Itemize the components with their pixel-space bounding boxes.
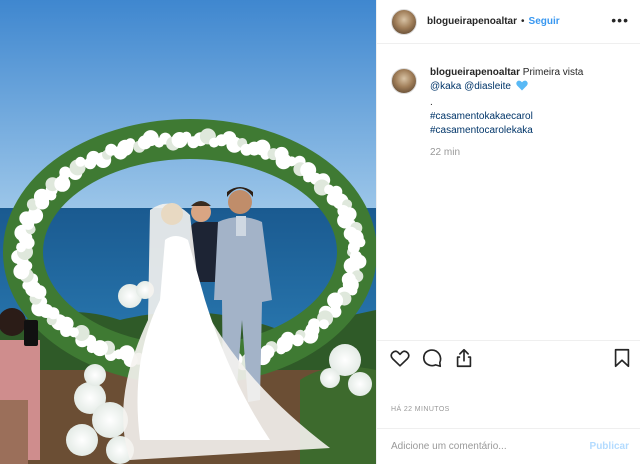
caption: blogueirapenoaltar Primeira vista @kaka … (391, 66, 627, 160)
comment-button[interactable] (421, 347, 443, 369)
avatar[interactable] (391, 8, 417, 35)
header-separator: • (521, 16, 525, 27)
caption-avatar[interactable] (391, 68, 417, 94)
hashtag-link[interactable]: #casamentokakaecarol (430, 110, 583, 124)
post-photo[interactable] (0, 0, 376, 464)
comment-input[interactable] (391, 441, 581, 452)
post-header: blogueirapenoaltar • Seguir ••• (377, 0, 640, 44)
wedding-photo (0, 0, 376, 464)
post-age: HÁ 22 MINUTOS (391, 406, 450, 413)
caption-username[interactable]: blogueirapenoaltar (430, 67, 520, 78)
share-button[interactable] (453, 347, 475, 369)
caption-dot: . (430, 97, 433, 108)
mention-link[interactable]: @kaka (430, 81, 461, 92)
post-sidebar: blogueirapenoaltar • Seguir ••• blogueir… (376, 0, 640, 464)
like-button[interactable] (389, 347, 411, 369)
follow-button[interactable]: Seguir (529, 16, 560, 27)
caption-time: 22 min (430, 147, 461, 158)
blue-heart-icon (515, 80, 528, 96)
mention-link[interactable]: @diasleite (464, 81, 511, 92)
heart-icon (390, 350, 410, 367)
publish-button[interactable]: Publicar (590, 441, 629, 452)
save-button[interactable] (611, 347, 633, 369)
bookmark-icon (614, 348, 630, 368)
caption-text: Primeira vista (522, 67, 584, 78)
comment-icon (422, 349, 442, 368)
share-icon (456, 348, 472, 368)
guests (0, 308, 40, 464)
hashtag-link[interactable]: #casamentocarolekaka (430, 124, 583, 138)
comment-box: Publicar (377, 428, 640, 464)
post-username[interactable]: blogueirapenoaltar (427, 16, 517, 27)
more-options-icon[interactable]: ••• (611, 13, 629, 27)
action-bar (377, 340, 640, 376)
